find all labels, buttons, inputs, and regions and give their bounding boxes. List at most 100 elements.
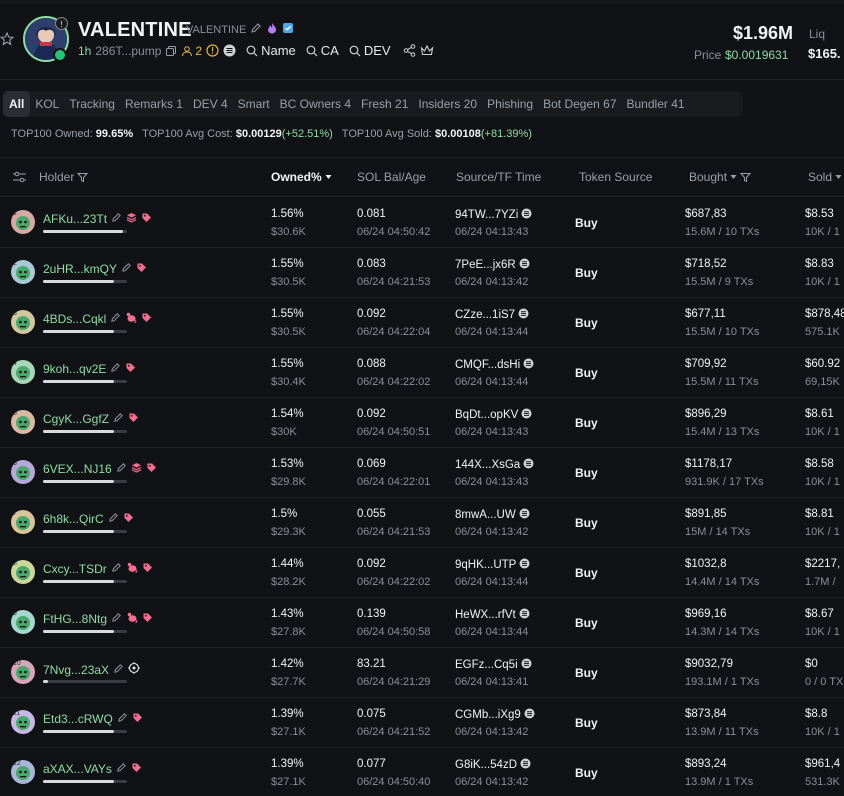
edit-icon[interactable] (110, 312, 121, 326)
holder-address[interactable]: FtHG...8Ntg (43, 612, 107, 626)
column-token-source[interactable]: Token Source (579, 170, 652, 184)
holder-address-group[interactable]: Etd3...cRWQ (43, 712, 143, 726)
table-row[interactable]: 7 6h8k...QirC 1.5% $29.3K 0.055 06/24 04:21:5… (0, 498, 844, 548)
source-address[interactable]: 144X...XsGa (455, 459, 520, 471)
crown-icon[interactable] (420, 44, 434, 57)
holder-address-group[interactable]: 2uHR...kmQY (43, 262, 147, 276)
tab-all[interactable]: All (3, 91, 31, 117)
column-sol-bal[interactable]: SOL Bal/Age (357, 170, 426, 184)
holder-address[interactable]: 6h8k...QirC (43, 512, 104, 526)
source-address[interactable]: CGMb...iXg9 (455, 709, 521, 721)
holder-address-group[interactable]: 9koh...qv2E (43, 362, 136, 376)
tab-remarks-1[interactable]: Remarks 1 (120, 91, 188, 117)
source-address[interactable]: 9qHK...UTP (455, 559, 516, 571)
source-address-group[interactable]: 9qHK...UTP (455, 558, 530, 572)
edit-icon[interactable] (250, 22, 262, 34)
tab-fresh-21[interactable]: Fresh 21 (356, 91, 413, 117)
source-address-group[interactable]: 7PeE...jx6R (455, 258, 530, 272)
edit-icon[interactable] (111, 212, 122, 226)
search-ca-link[interactable]: CA (306, 43, 339, 58)
column-owned[interactable]: Owned% (271, 170, 332, 184)
tab-bc-owners-4[interactable]: BC Owners 4 (275, 91, 356, 117)
filter-icon[interactable] (740, 172, 752, 183)
source-address-group[interactable]: CMQF...dsHi (455, 358, 534, 372)
table-row[interactable]: 8 Cxcy...TSDr 1.44% $28.2K 0.092 06/24 04:22:… (0, 548, 844, 598)
search-dev-link[interactable]: DEV (349, 43, 391, 58)
source-address[interactable]: 8mwA...UW (455, 509, 516, 521)
edit-icon[interactable] (111, 612, 122, 626)
holder-address-group[interactable]: aXAX...VAYs (43, 762, 142, 776)
table-row[interactable]: 10 7Nvg...23aX 1.42% $27.7K 83.21 06/24 04:21… (0, 648, 844, 698)
tab-kol[interactable]: KOL (30, 91, 64, 117)
tab-smart[interactable]: Smart (233, 91, 275, 117)
edit-icon[interactable] (116, 462, 127, 476)
filter-icon[interactable] (77, 172, 89, 183)
holder-address-group[interactable]: FtHG...8Ntg (43, 612, 153, 626)
column-bought[interactable]: Bought (689, 170, 752, 184)
holder-address[interactable]: 7Nvg...23aX (43, 663, 109, 677)
edit-icon[interactable] (113, 663, 124, 677)
share-icon[interactable] (403, 44, 416, 57)
table-row[interactable]: 5 CgyK...GgfZ 1.54% $30K 0.092 06/24 04:50:51… (0, 398, 844, 448)
table-row[interactable]: 6 6VEX...NJ16 1.53% $29.8K 0.069 06/24 04:22:… (0, 448, 844, 498)
column-holder[interactable]: Holder (39, 170, 89, 184)
holder-address-group[interactable]: 6h8k...QirC (43, 512, 134, 526)
tab-bundler-41[interactable]: Bundler 41 (622, 91, 690, 117)
search-name-link[interactable]: Name (246, 43, 296, 58)
table-row[interactable]: 12 aXAX...VAYs 1.39% $27.1K 0.077 06/24 04:50… (0, 748, 844, 796)
source-address-group[interactable]: G8iK...54zD (455, 758, 531, 772)
tab-bot-degen-67[interactable]: Bot Degen 67 (538, 91, 621, 117)
table-row[interactable]: 11 Etd3...cRWQ 1.39% $27.1K 0.075 06/24 04:21… (0, 698, 844, 748)
tab-insiders-20[interactable]: Insiders 20 (413, 91, 482, 117)
source-address[interactable]: EGFz...Cq5i (455, 659, 518, 671)
source-address[interactable]: HeWX...rfVt (455, 609, 516, 621)
holder-address-group[interactable]: CgyK...GgfZ (43, 412, 139, 426)
holder-address-group[interactable]: 4BDs...Cqkl (43, 312, 152, 326)
holder-address-group[interactable]: Cxcy...TSDr (43, 562, 153, 576)
edit-icon[interactable] (110, 362, 121, 376)
column-source[interactable]: Source/TF Time (456, 170, 541, 184)
holder-address-group[interactable]: AFKu...23Tt (43, 212, 152, 226)
holder-address[interactable]: 9koh...qv2E (43, 362, 106, 376)
tab-phishing[interactable]: Phishing (482, 91, 538, 117)
holder-address[interactable]: Cxcy...TSDr (43, 562, 107, 576)
edit-icon[interactable] (111, 562, 122, 576)
holder-address[interactable]: AFKu...23Tt (43, 212, 107, 226)
table-row[interactable]: 4 9koh...qv2E 1.55% $30.4K 0.088 06/24 04:22:… (0, 348, 844, 398)
holder-address[interactable]: Etd3...cRWQ (43, 712, 113, 726)
sliders-icon[interactable] (12, 170, 27, 184)
column-sold[interactable]: Sold (808, 170, 842, 184)
source-address-group[interactable]: CGMb...iXg9 (455, 708, 535, 722)
source-address-group[interactable]: CZze...1iS7 (455, 308, 529, 322)
edit-icon[interactable] (108, 512, 119, 526)
source-address-group[interactable]: 8mwA...UW (455, 508, 530, 522)
source-address[interactable]: 94TW...7YZi (455, 209, 518, 221)
source-address[interactable]: G8iK...54zD (455, 759, 517, 771)
edit-icon[interactable] (121, 262, 132, 276)
holder-address[interactable]: 2uHR...kmQY (43, 262, 117, 276)
holder-address[interactable]: 4BDs...Cqkl (43, 312, 106, 326)
star-icon[interactable] (0, 32, 14, 46)
token-address[interactable]: 286T...pump (95, 44, 161, 58)
holder-address-group[interactable]: 6VEX...NJ16 (43, 462, 157, 476)
tab-dev-4[interactable]: DEV 4 (188, 91, 233, 117)
source-address-group[interactable]: EGFz...Cq5i (455, 658, 532, 672)
menu-circle-icon[interactable] (223, 44, 236, 57)
source-address-group[interactable]: 144X...XsGa (455, 458, 534, 472)
source-address[interactable]: 7PeE...jx6R (455, 259, 516, 271)
source-address-group[interactable]: 94TW...7YZi (455, 208, 532, 222)
holder-address[interactable]: CgyK...GgfZ (43, 412, 109, 426)
source-address-group[interactable]: HeWX...rfVt (455, 608, 530, 622)
table-row[interactable]: 3 4BDs...Cqkl 1.55% $30.5K 0.092 06/24 04:22:… (0, 298, 844, 348)
holder-address-group[interactable]: 7Nvg...23aX (43, 662, 141, 677)
edit-icon[interactable] (113, 412, 124, 426)
source-address[interactable]: CMQF...dsHi (455, 359, 520, 371)
source-address[interactable]: BqDt...opKV (455, 409, 518, 421)
copy-icon[interactable] (165, 45, 177, 57)
table-row[interactable]: 9 FtHG...8Ntg 1.43% $27.8K 0.139 06/24 04:50:… (0, 598, 844, 648)
table-row[interactable]: 2 2uHR...kmQY 1.55% $30.5K 0.083 06/24 04:21:… (0, 248, 844, 298)
tab-tracking[interactable]: Tracking (64, 91, 120, 117)
holder-address[interactable]: 6VEX...NJ16 (43, 462, 112, 476)
edit-icon[interactable] (117, 712, 128, 726)
source-address-group[interactable]: BqDt...opKV (455, 408, 532, 422)
